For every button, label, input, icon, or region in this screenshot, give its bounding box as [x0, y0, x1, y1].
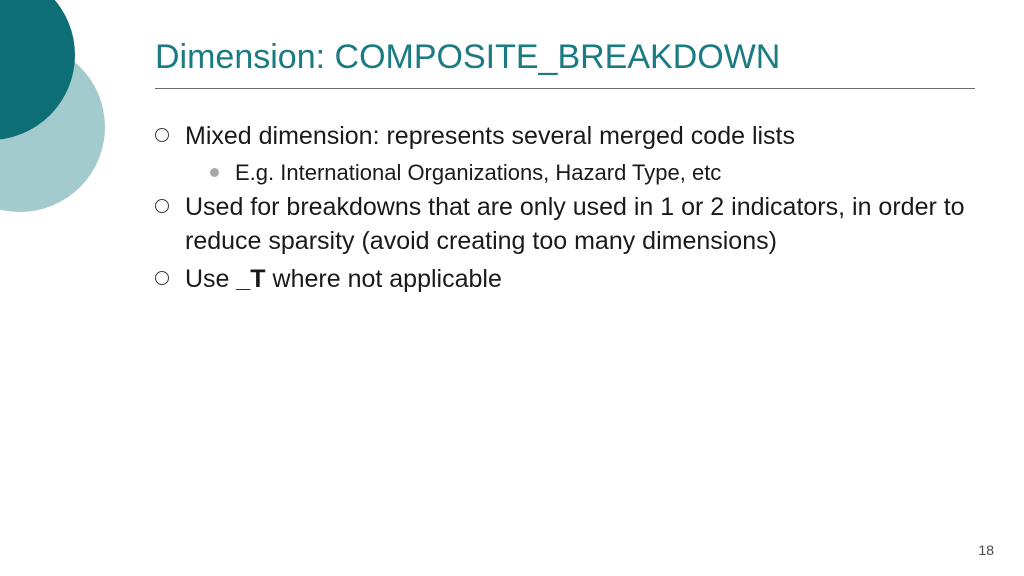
slide-content: Mixed dimension: represents several merg… — [155, 120, 975, 301]
bullet-text: Use _T where not applicable — [185, 263, 502, 297]
sub-bullet-item: E.g. International Organizations, Hazard… — [210, 158, 975, 188]
sub-bullet-marker-icon — [210, 168, 219, 177]
bullet-marker-icon — [155, 199, 169, 213]
bullet-marker-icon — [155, 271, 169, 285]
bullet-item: Mixed dimension: represents several merg… — [155, 120, 975, 154]
bullet-text: Used for breakdowns that are only used i… — [185, 191, 975, 259]
slide-title: Dimension: COMPOSITE_BREAKDOWN — [155, 38, 780, 77]
bullet-text: Mixed dimension: represents several merg… — [185, 120, 795, 154]
page-number: 18 — [978, 542, 994, 558]
bullet-marker-icon — [155, 128, 169, 142]
bullet-item: Used for breakdowns that are only used i… — [155, 191, 975, 259]
sub-bullet-text: E.g. International Organizations, Hazard… — [235, 158, 721, 188]
bullet-item: Use _T where not applicable — [155, 263, 975, 297]
title-underline — [155, 88, 975, 89]
